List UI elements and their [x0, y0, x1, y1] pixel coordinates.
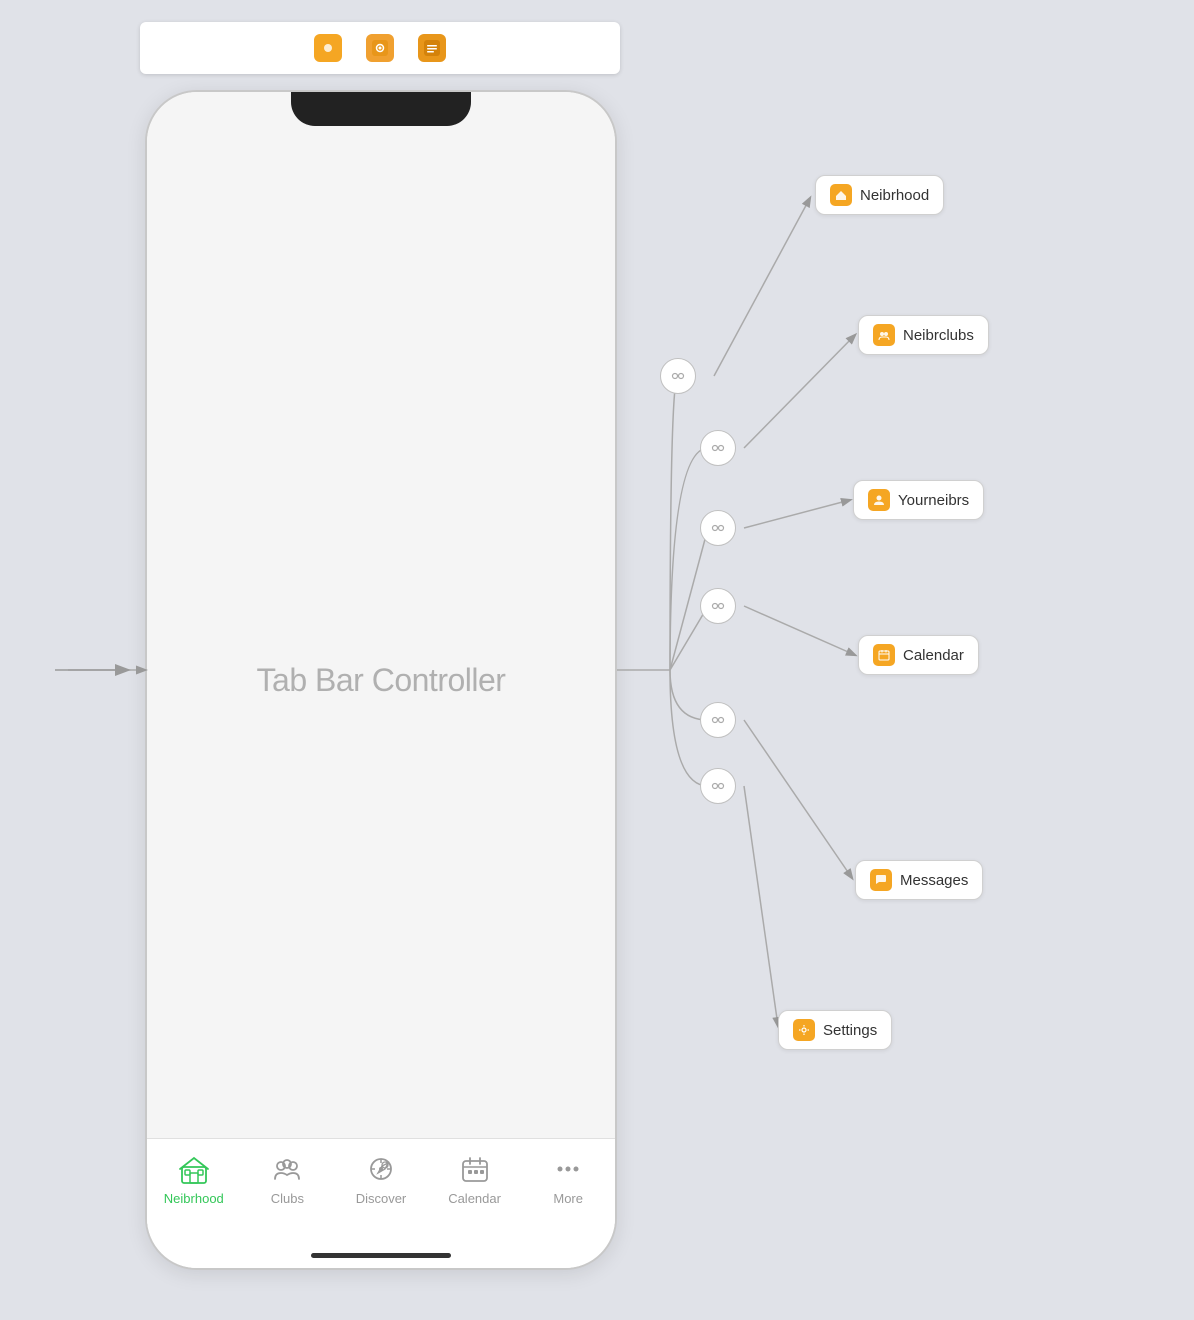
- node-2: [700, 430, 736, 466]
- tab-more[interactable]: More: [521, 1151, 615, 1206]
- more-icon: [550, 1151, 586, 1187]
- tab-bar: Neibrhood Clubs: [147, 1138, 615, 1268]
- tab-clubs-label: Clubs: [271, 1191, 304, 1206]
- dest-messages[interactable]: Messages: [855, 860, 983, 900]
- dest-yourneibrs[interactable]: Yourneibrs: [853, 480, 984, 520]
- dest-neibrhood-icon: [830, 184, 852, 206]
- toolbar: [140, 22, 620, 74]
- clubs-icon: [269, 1151, 305, 1187]
- tab-discover-label: Discover: [356, 1191, 407, 1206]
- screen-label: Tab Bar Controller: [257, 662, 506, 699]
- phone-content: Tab Bar Controller: [147, 92, 615, 1268]
- tab-calendar-label: Calendar: [448, 1191, 501, 1206]
- phone-frame: Tab Bar Controller Neibrhood: [145, 90, 617, 1270]
- node-1: [660, 358, 696, 394]
- dest-neibrclubs[interactable]: Neibrclubs: [858, 315, 989, 355]
- neibrhood-icon: [176, 1151, 212, 1187]
- dest-calendar-icon: [873, 644, 895, 666]
- dest-calendar-label: Calendar: [903, 647, 964, 664]
- toolbar-icon-1[interactable]: [314, 34, 342, 62]
- node-3: [700, 510, 736, 546]
- node-6: [700, 768, 736, 804]
- tab-discover[interactable]: Discover: [334, 1151, 428, 1206]
- node-4: [700, 588, 736, 624]
- dest-yourneibrs-icon: [868, 489, 890, 511]
- calendar-icon-tab: [457, 1151, 493, 1187]
- dest-settings-icon: [793, 1019, 815, 1041]
- discover-icon: [363, 1151, 399, 1187]
- dest-settings-label: Settings: [823, 1022, 877, 1039]
- toolbar-icon-2[interactable]: [366, 34, 394, 62]
- dest-messages-label: Messages: [900, 872, 968, 889]
- tab-calendar[interactable]: Calendar: [428, 1151, 522, 1206]
- dest-calendar[interactable]: Calendar: [858, 635, 979, 675]
- notch: [291, 92, 471, 126]
- dest-yourneibrs-label: Yourneibrs: [898, 492, 969, 509]
- dest-messages-icon: [870, 869, 892, 891]
- entry-arrow: [55, 658, 135, 682]
- dest-neibrhood-label: Neibrhood: [860, 187, 929, 204]
- tab-clubs[interactable]: Clubs: [241, 1151, 335, 1206]
- dest-neibrclubs-icon: [873, 324, 895, 346]
- tab-neibrhood[interactable]: Neibrhood: [147, 1151, 241, 1206]
- home-indicator: [311, 1253, 451, 1258]
- dest-neibrclubs-label: Neibrclubs: [903, 327, 974, 344]
- tab-neibrhood-label: Neibrhood: [164, 1191, 224, 1206]
- tab-more-label: More: [553, 1191, 583, 1206]
- dest-neibrhood[interactable]: Neibrhood: [815, 175, 944, 215]
- node-5: [700, 702, 736, 738]
- toolbar-icon-3[interactable]: [418, 34, 446, 62]
- dest-settings[interactable]: Settings: [778, 1010, 892, 1050]
